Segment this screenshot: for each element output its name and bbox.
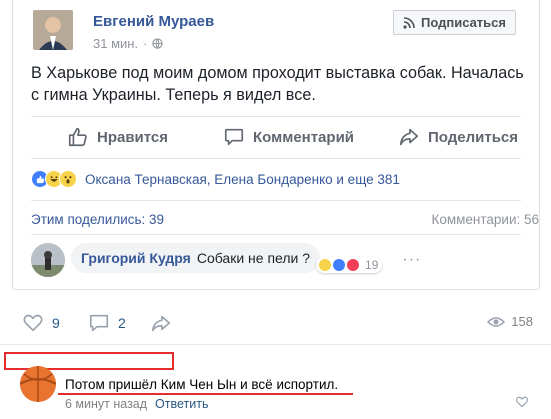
comment-reactions[interactable]: 19 [316, 257, 383, 273]
share-icon [399, 128, 419, 146]
author-name[interactable]: Евгений Мураев [93, 13, 214, 30]
post-time[interactable]: 31 мин. [93, 36, 138, 51]
love-reaction-icon [346, 258, 361, 272]
like-button[interactable]: Нравится [67, 124, 168, 150]
views-count: 158 [511, 314, 533, 329]
reply-link[interactable]: Ответить [155, 397, 208, 411]
like-reaction-icon [332, 258, 347, 272]
post-meta: 31 мин. · [93, 36, 164, 51]
vk-like-button[interactable]: 9 [22, 312, 60, 334]
vk-commenter-avatar[interactable] [20, 366, 56, 402]
vk-comment-button[interactable]: 2 [88, 312, 126, 334]
facebook-post: Евгений Мураев 31 мин. · Подписаться В Х… [12, 0, 540, 290]
globe-icon [152, 38, 164, 49]
divider [31, 200, 521, 201]
more-options-icon[interactable]: ··· [402, 251, 421, 269]
reactions-summary[interactable]: Оксана Тернавская, Елена Бондаренко и ещ… [31, 170, 400, 188]
vk-share-button[interactable] [150, 312, 172, 334]
eye-icon [487, 316, 506, 327]
comment-bubble: Григорий Кудря Собаки не пели ? [71, 243, 321, 273]
comment-item: Григорий Кудря Собаки не пели ? 19 ··· [31, 243, 421, 277]
comment-text: Собаки не пели ? [196, 250, 311, 266]
thumbs-up-icon [68, 127, 87, 147]
haha-reaction-icon [318, 258, 333, 272]
subscribe-label: Подписаться [420, 15, 506, 30]
heart-icon [23, 314, 43, 332]
subscribe-button[interactable]: Подписаться [393, 10, 516, 35]
post-text: В Харькове под моим домом проходит выста… [31, 64, 524, 104]
highlight-underline [58, 393, 353, 395]
share-label: Поделиться [428, 128, 519, 146]
rss-icon [403, 16, 415, 29]
vk-comment-text: Потом пришёл Ким Чен Ын и всё испортил. [65, 377, 339, 392]
share-button[interactable]: Поделиться [398, 124, 518, 150]
wow-reaction-icon [59, 170, 77, 188]
comment-button[interactable]: Комментарий [223, 124, 354, 150]
vk-comment-time[interactable]: 6 минут назад [65, 397, 147, 411]
reactions-text: Оксана Тернавская, Елена Бондаренко и ещ… [85, 171, 400, 187]
comment-icon [89, 314, 109, 332]
shares-count[interactable]: Этим поделились: 39 [31, 212, 164, 227]
views-counter: 158 [487, 314, 533, 329]
comment-reaction-count: 19 [365, 258, 379, 272]
vk-comment-meta: 6 минут назад Ответить [65, 397, 208, 411]
like-label: Нравится [97, 128, 169, 146]
comments-count[interactable]: Комментарии: 56 [431, 212, 539, 227]
divider [0, 344, 551, 345]
commenter-avatar[interactable] [31, 243, 65, 277]
comment-like-icon[interactable] [515, 395, 529, 409]
vk-comment-count: 2 [118, 315, 126, 331]
share-arrow-icon [151, 315, 171, 332]
author-avatar[interactable] [33, 10, 73, 50]
commenter-name[interactable]: Григорий Кудря [81, 250, 191, 266]
comment-icon [224, 128, 244, 146]
divider [31, 158, 521, 159]
vk-like-count: 9 [52, 315, 60, 331]
divider [31, 116, 521, 117]
divider [31, 234, 521, 235]
comment-label: Комментарий [253, 128, 355, 146]
